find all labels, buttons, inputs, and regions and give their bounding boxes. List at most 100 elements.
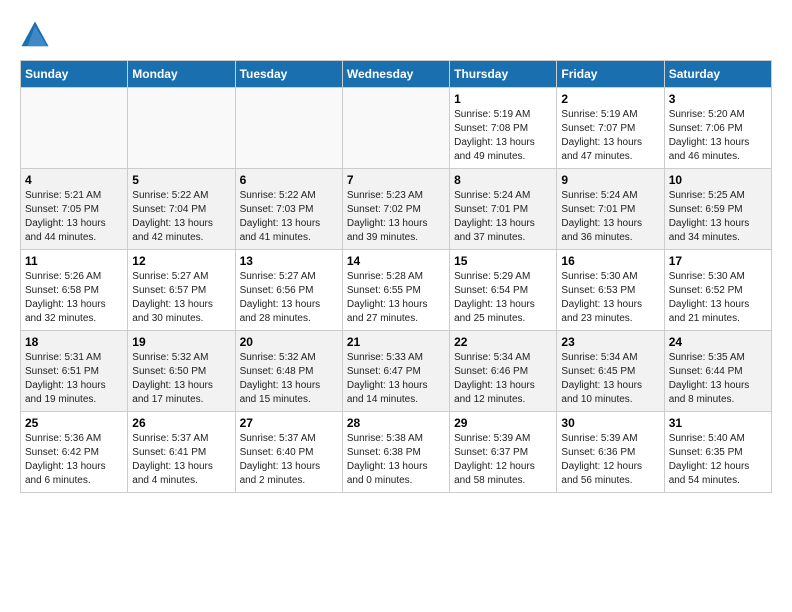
- calendar-week-row: 18 Sunrise: 5:31 AM Sunset: 6:51 PM Dayli…: [21, 331, 772, 412]
- day-number: 15: [454, 254, 552, 268]
- weekday-header: Saturday: [664, 61, 771, 88]
- day-info: Sunrise: 5:40 AM Sunset: 6:35 PM Dayligh…: [669, 432, 767, 488]
- day-number: 18: [25, 335, 123, 349]
- day-number: 30: [561, 416, 659, 430]
- day-info: Sunrise: 5:25 AM Sunset: 6:59 PM Dayligh…: [669, 189, 767, 245]
- day-number: 22: [454, 335, 552, 349]
- day-info: Sunrise: 5:36 AM Sunset: 6:42 PM Dayligh…: [25, 432, 123, 488]
- day-info: Sunrise: 5:24 AM Sunset: 7:01 PM Dayligh…: [561, 189, 659, 245]
- day-number: 23: [561, 335, 659, 349]
- day-number: 1: [454, 92, 552, 106]
- day-info: Sunrise: 5:22 AM Sunset: 7:03 PM Dayligh…: [240, 189, 338, 245]
- calendar-cell: 5Sunrise: 5:22 AM Sunset: 7:04 PM Daylig…: [128, 169, 235, 250]
- day-info: Sunrise: 5:30 AM Sunset: 6:52 PM Dayligh…: [669, 270, 767, 326]
- calendar-cell: 3 Sunrise: 5:20 AM Sunset: 7:06 PM Daylig…: [664, 88, 771, 169]
- day-number: 19: [132, 335, 230, 349]
- calendar-cell: 10 Sunrise: 5:25 AM Sunset: 6:59 PM Dayli…: [664, 169, 771, 250]
- calendar-cell: [342, 88, 449, 169]
- calendar-cell: 23 Sunrise: 5:34 AM Sunset: 6:45 PM Dayli…: [557, 331, 664, 412]
- calendar-cell: [235, 88, 342, 169]
- calendar-cell: 31 Sunrise: 5:40 AM Sunset: 6:35 PM Dayli…: [664, 412, 771, 493]
- day-info: Sunrise: 5:28 AM Sunset: 6:55 PM Dayligh…: [347, 270, 445, 326]
- calendar-header: SundayMondayTuesdayWednesdayThursdayFrid…: [21, 61, 772, 88]
- calendar-cell: 28 Sunrise: 5:38 AM Sunset: 6:38 PM Dayli…: [342, 412, 449, 493]
- calendar-cell: 8 Sunrise: 5:24 AM Sunset: 7:01 PM Daylig…: [450, 169, 557, 250]
- calendar-cell: 1Sunrise: 5:19 AM Sunset: 7:08 PM Daylig…: [450, 88, 557, 169]
- day-info: Sunrise: 5:33 AM Sunset: 6:47 PM Dayligh…: [347, 351, 445, 407]
- day-number: 31: [669, 416, 767, 430]
- day-info: Sunrise: 5:27 AM Sunset: 6:56 PM Dayligh…: [240, 270, 338, 326]
- calendar-week-row: 11 Sunrise: 5:26 AM Sunset: 6:58 PM Dayli…: [21, 250, 772, 331]
- calendar-cell: 26 Sunrise: 5:37 AM Sunset: 6:41 PM Dayli…: [128, 412, 235, 493]
- calendar-cell: [21, 88, 128, 169]
- day-info: Sunrise: 5:26 AM Sunset: 6:58 PM Dayligh…: [25, 270, 123, 326]
- day-info: Sunrise: 5:34 AM Sunset: 6:45 PM Dayligh…: [561, 351, 659, 407]
- calendar-cell: 15 Sunrise: 5:29 AM Sunset: 6:54 PM Dayli…: [450, 250, 557, 331]
- weekday-header: Thursday: [450, 61, 557, 88]
- calendar-cell: 21Sunrise: 5:33 AM Sunset: 6:47 PM Dayli…: [342, 331, 449, 412]
- weekday-header: Sunday: [21, 61, 128, 88]
- calendar-table: SundayMondayTuesdayWednesdayThursdayFrid…: [20, 60, 772, 493]
- day-number: 27: [240, 416, 338, 430]
- calendar-cell: 29Sunrise: 5:39 AM Sunset: 6:37 PM Dayli…: [450, 412, 557, 493]
- weekday-header: Friday: [557, 61, 664, 88]
- day-number: 6: [240, 173, 338, 187]
- day-info: Sunrise: 5:38 AM Sunset: 6:38 PM Dayligh…: [347, 432, 445, 488]
- day-info: Sunrise: 5:37 AM Sunset: 6:40 PM Dayligh…: [240, 432, 338, 488]
- calendar-cell: 7 Sunrise: 5:23 AM Sunset: 7:02 PM Daylig…: [342, 169, 449, 250]
- day-info: Sunrise: 5:19 AM Sunset: 7:07 PM Dayligh…: [561, 108, 659, 164]
- day-info: Sunrise: 5:20 AM Sunset: 7:06 PM Dayligh…: [669, 108, 767, 164]
- day-info: Sunrise: 5:39 AM Sunset: 6:37 PM Dayligh…: [454, 432, 552, 488]
- day-number: 3: [669, 92, 767, 106]
- calendar-cell: 25 Sunrise: 5:36 AM Sunset: 6:42 PM Dayli…: [21, 412, 128, 493]
- day-number: 28: [347, 416, 445, 430]
- calendar-cell: 19 Sunrise: 5:32 AM Sunset: 6:50 PM Dayli…: [128, 331, 235, 412]
- day-number: 12: [132, 254, 230, 268]
- day-info: Sunrise: 5:37 AM Sunset: 6:41 PM Dayligh…: [132, 432, 230, 488]
- calendar-cell: 30 Sunrise: 5:39 AM Sunset: 6:36 PM Dayli…: [557, 412, 664, 493]
- weekday-header: Monday: [128, 61, 235, 88]
- calendar-cell: 4 Sunrise: 5:21 AM Sunset: 7:05 PM Daylig…: [21, 169, 128, 250]
- calendar-cell: 13 Sunrise: 5:27 AM Sunset: 6:56 PM Dayli…: [235, 250, 342, 331]
- day-number: 7: [347, 173, 445, 187]
- day-number: 24: [669, 335, 767, 349]
- calendar-cell: 2 Sunrise: 5:19 AM Sunset: 7:07 PM Daylig…: [557, 88, 664, 169]
- day-number: 4: [25, 173, 123, 187]
- calendar-cell: 18 Sunrise: 5:31 AM Sunset: 6:51 PM Dayli…: [21, 331, 128, 412]
- day-number: 13: [240, 254, 338, 268]
- day-info: Sunrise: 5:34 AM Sunset: 6:46 PM Dayligh…: [454, 351, 552, 407]
- day-number: 25: [25, 416, 123, 430]
- calendar-week-row: 1Sunrise: 5:19 AM Sunset: 7:08 PM Daylig…: [21, 88, 772, 169]
- calendar-week-row: 4 Sunrise: 5:21 AM Sunset: 7:05 PM Daylig…: [21, 169, 772, 250]
- day-number: 16: [561, 254, 659, 268]
- day-info: Sunrise: 5:23 AM Sunset: 7:02 PM Dayligh…: [347, 189, 445, 245]
- day-info: Sunrise: 5:32 AM Sunset: 6:48 PM Dayligh…: [240, 351, 338, 407]
- calendar-cell: 24Sunrise: 5:35 AM Sunset: 6:44 PM Dayli…: [664, 331, 771, 412]
- calendar-cell: 27 Sunrise: 5:37 AM Sunset: 6:40 PM Dayli…: [235, 412, 342, 493]
- day-info: Sunrise: 5:24 AM Sunset: 7:01 PM Dayligh…: [454, 189, 552, 245]
- day-number: 17: [669, 254, 767, 268]
- day-info: Sunrise: 5:21 AM Sunset: 7:05 PM Dayligh…: [25, 189, 123, 245]
- calendar-week-row: 25 Sunrise: 5:36 AM Sunset: 6:42 PM Dayli…: [21, 412, 772, 493]
- calendar-cell: [128, 88, 235, 169]
- day-number: 11: [25, 254, 123, 268]
- day-number: 14: [347, 254, 445, 268]
- calendar-cell: 14 Sunrise: 5:28 AM Sunset: 6:55 PM Dayli…: [342, 250, 449, 331]
- day-number: 10: [669, 173, 767, 187]
- day-info: Sunrise: 5:31 AM Sunset: 6:51 PM Dayligh…: [25, 351, 123, 407]
- day-info: Sunrise: 5:32 AM Sunset: 6:50 PM Dayligh…: [132, 351, 230, 407]
- day-info: Sunrise: 5:29 AM Sunset: 6:54 PM Dayligh…: [454, 270, 552, 326]
- calendar-cell: 12 Sunrise: 5:27 AM Sunset: 6:57 PM Dayli…: [128, 250, 235, 331]
- calendar-cell: 16Sunrise: 5:30 AM Sunset: 6:53 PM Dayli…: [557, 250, 664, 331]
- weekday-header: Wednesday: [342, 61, 449, 88]
- calendar-cell: 6 Sunrise: 5:22 AM Sunset: 7:03 PM Daylig…: [235, 169, 342, 250]
- calendar-cell: 17 Sunrise: 5:30 AM Sunset: 6:52 PM Dayli…: [664, 250, 771, 331]
- day-number: 8: [454, 173, 552, 187]
- day-info: Sunrise: 5:27 AM Sunset: 6:57 PM Dayligh…: [132, 270, 230, 326]
- weekday-header: Tuesday: [235, 61, 342, 88]
- day-number: 26: [132, 416, 230, 430]
- logo: [20, 20, 54, 50]
- calendar-cell: 9Sunrise: 5:24 AM Sunset: 7:01 PM Daylig…: [557, 169, 664, 250]
- day-number: 2: [561, 92, 659, 106]
- day-info: Sunrise: 5:39 AM Sunset: 6:36 PM Dayligh…: [561, 432, 659, 488]
